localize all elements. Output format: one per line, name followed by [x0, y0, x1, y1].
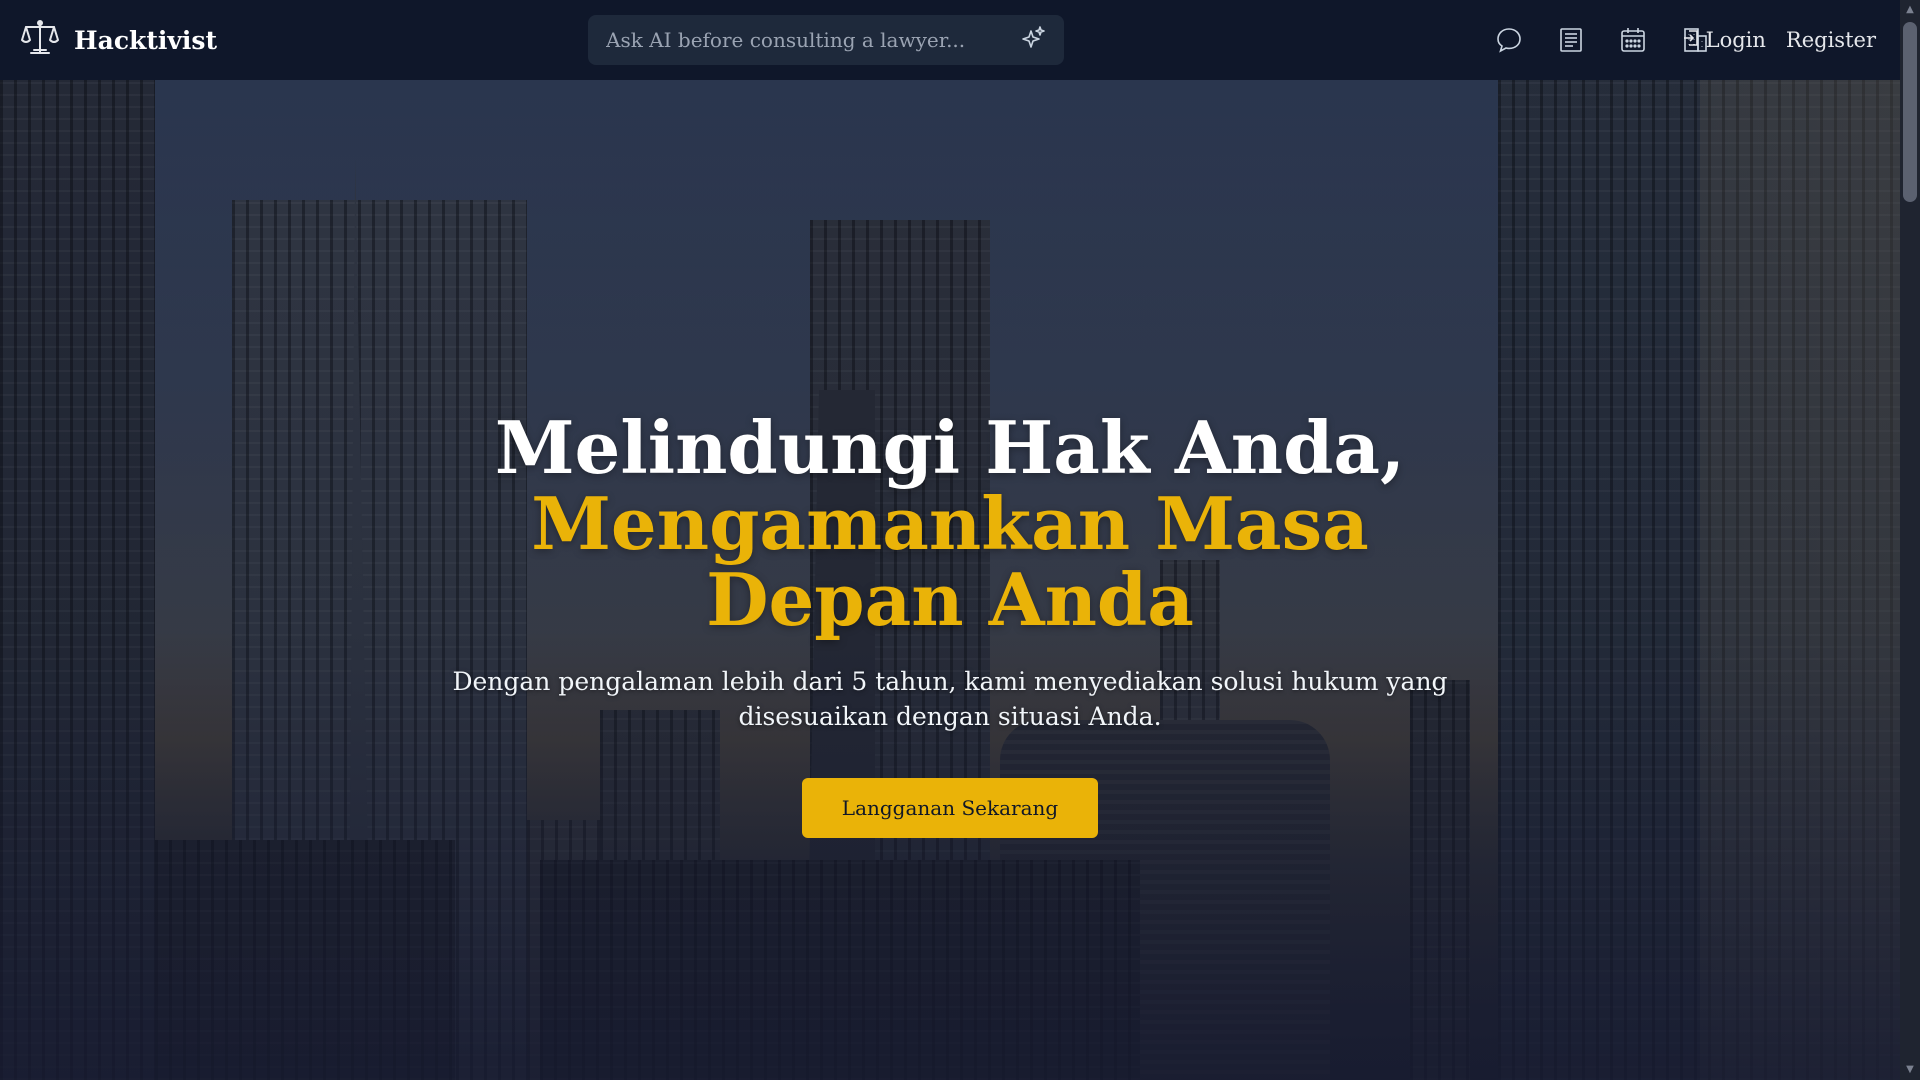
chat-icon[interactable] [1494, 24, 1524, 56]
ai-search-input[interactable] [606, 28, 1020, 52]
sparkles-icon[interactable] [1020, 25, 1046, 55]
page: Hacktivist Ask AI before consulting a la… [0, 0, 1920, 1080]
document-icon[interactable] [1556, 24, 1586, 56]
login-link[interactable]: Login [1682, 28, 1766, 52]
auth-links: Login Register [1682, 0, 1876, 80]
calendar-icon[interactable] [1618, 24, 1648, 56]
scales-of-justice-icon [20, 18, 60, 62]
navbar: Hacktivist Ask AI before consulting a la… [0, 0, 1900, 80]
login-icon [1682, 28, 1700, 52]
nav-icons [1494, 24, 1710, 56]
brand-name: Hacktivist [74, 25, 218, 55]
hero-subtitle: Dengan pengalaman lebih dari 5 tahun, ka… [452, 667, 1448, 731]
register-link[interactable]: Register [1786, 28, 1876, 52]
subscribe-button[interactable]: Langganan Sekarang [801, 778, 1099, 838]
login-label: Login [1705, 28, 1766, 52]
brand[interactable]: Hacktivist [20, 18, 217, 62]
page-scrollbar[interactable]: ▲ ▼ [1900, 0, 1920, 1080]
ai-search-bar[interactable] [588, 15, 1064, 65]
hero-title-line-3: Depan Anda [706, 557, 1194, 642]
hero-title-line-2: Mengamankan Masa [531, 481, 1369, 566]
scroll-thumb[interactable] [1903, 22, 1917, 202]
hero-title-line-1: Melindungi Hak Anda, [494, 405, 1406, 490]
hero-content: Melindungi Hak Anda, Mengamankan Masa De… [360, 410, 1540, 838]
scroll-up-arrow-icon[interactable]: ▲ [1904, 4, 1916, 16]
scroll-down-arrow-icon[interactable]: ▼ [1904, 1064, 1916, 1076]
hero-title: Melindungi Hak Anda, Mengamankan Masa De… [360, 410, 1540, 638]
